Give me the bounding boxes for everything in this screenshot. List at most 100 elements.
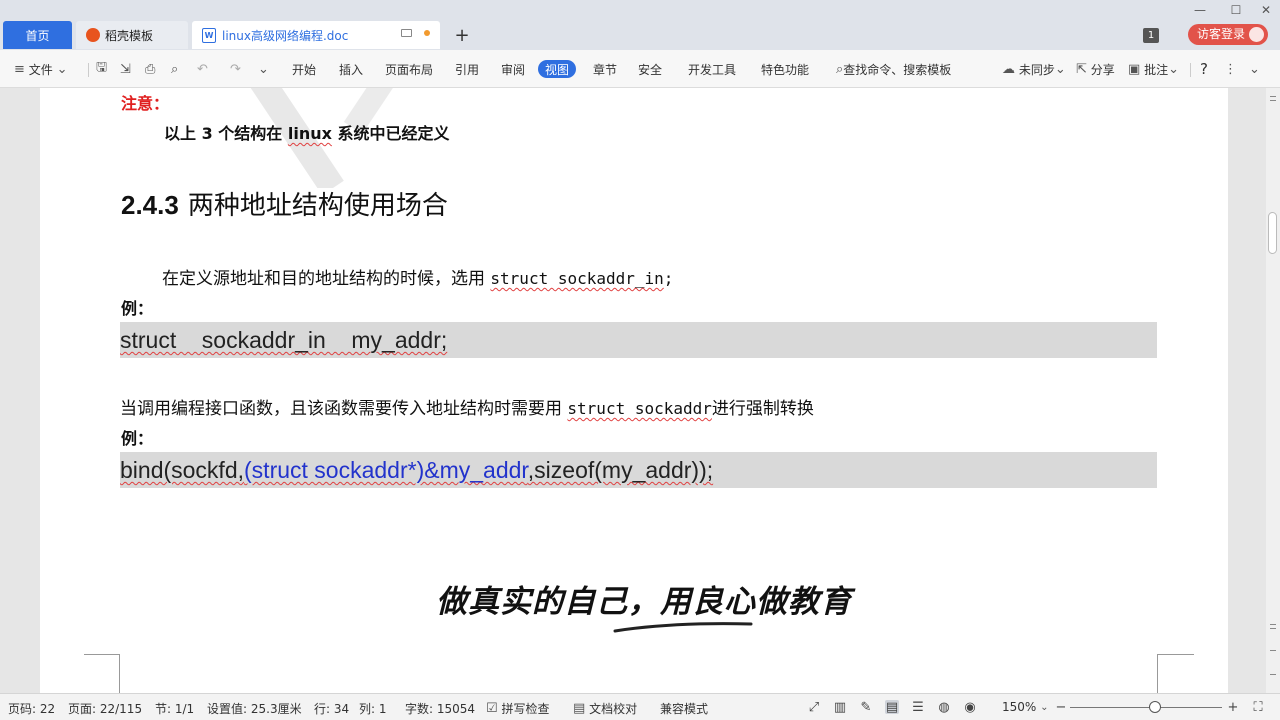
doc-proof-button[interactable]: ▤ 文档校对 [573,700,637,717]
ribbon-tab-insert[interactable]: 插入 [339,60,363,78]
tab-document[interactable]: W linux高级网络编程.doc [192,21,440,49]
cloud-icon: ☁ [1002,61,1015,77]
status-col[interactable]: 列: 1 [359,700,387,717]
ribbon-tab-features[interactable]: 特色功能 [761,60,809,78]
command-search[interactable]: ⌕ 查找命令、搜索模板 [836,60,951,78]
zoom-level[interactable]: 150% ⌄ [1002,700,1049,714]
paragraph-struct-in-end: ; [663,269,674,288]
comment-label: 批注 [1144,62,1169,77]
sync-button[interactable]: ☁ 未同步 ⌄ [1002,60,1066,78]
window-count-badge[interactable]: 1 [1143,28,1159,43]
tab-bar: 首页 稻壳模板 W linux高级网络编程.doc + — ☐ ✕ 1 访客登录 [0,0,1280,50]
ribbon-tab-review[interactable]: 审阅 [501,60,525,78]
unsaved-dot-icon [424,30,430,36]
paragraph-struct-in-code: struct sockaddr_in [490,269,664,288]
spell-check-icon: ☑ [486,701,498,716]
scroll-tick [1270,650,1276,651]
example-label-2: 例： [121,429,154,448]
scroll-tick [1270,100,1276,101]
maximize-icon[interactable]: ☐ [1222,2,1250,18]
divider [1190,63,1191,77]
zoom-out-icon[interactable]: − [1054,700,1068,715]
scroll-tick [1270,674,1276,675]
scroll-tick [1270,96,1276,97]
edit-mode-icon[interactable]: ✎ [859,700,873,715]
status-compat-mode: 兼容模式 [660,702,709,716]
redo-icon[interactable]: ↷ [230,60,241,78]
doc-proof-label: 文档校对 [589,702,638,716]
fit-page-icon[interactable]: ⛶ [1251,700,1265,715]
scrollbar-thumb[interactable] [1268,212,1277,254]
export-icon[interactable]: ⇲ [120,60,131,78]
ribbon-tab-chapter[interactable]: 章节 [593,60,617,78]
note-text: 以上 3 个结构在 linux 系统中已经定义 [164,124,450,143]
tab-templates-label: 稻壳模板 [105,28,154,43]
guest-login-button[interactable]: 访客登录 [1188,24,1268,45]
word-doc-icon: W [202,27,216,43]
command-search-label: 查找命令、搜索模板 [843,62,952,77]
status-bar: 页码: 22 页面: 22/115 节: 1/1 设置值: 25.3厘米 行: … [0,693,1280,720]
collapse-ribbon-icon[interactable]: ⌄ [1249,60,1260,78]
code-block-bind: bind(sockfd,(struct sockaddr*)&my_addr,s… [120,452,1157,488]
status-setting[interactable]: 设置值: 25.3厘米 [207,700,302,717]
eye-protect-icon[interactable]: ◉ [963,700,977,715]
page-view-icon[interactable]: ▤ [885,700,899,715]
ribbon-tab-security[interactable]: 安全 [638,60,662,78]
paragraph-cast-text: 当调用编程接口函数，且该函数需要传入地址结构时需要用 [120,399,568,419]
zoom-slider-knob[interactable] [1149,701,1161,713]
share-button[interactable]: ⇱ 分享 [1076,60,1115,78]
guest-login-label: 访客登录 [1197,27,1246,41]
vertical-scrollbar[interactable] [1266,88,1280,693]
ribbon-tab-start[interactable]: 开始 [292,60,316,78]
ribbon-tab-view[interactable]: 视图 [538,60,577,78]
status-word-count[interactable]: 字数: 15054 [405,700,475,717]
tab-home[interactable]: 首页 [3,21,72,49]
document-page[interactable]: 注意： 以上 3 个结构在 linux 系统中已经定义 2.4.3 两种地址结构… [40,88,1228,693]
status-section[interactable]: 节: 1/1 [155,700,194,717]
docer-logo-icon [86,28,100,42]
minimize-icon[interactable]: — [1186,2,1214,18]
document-area[interactable]: 注意： 以上 3 个结构在 linux 系统中已经定义 2.4.3 两种地址结构… [0,88,1280,693]
print-preview-icon[interactable]: ⌕ [171,60,178,78]
section-title: 两种地址结构使用场合 [187,191,448,221]
status-page[interactable]: 页面: 22/115 [68,700,142,717]
proof-icon: ▤ [573,701,586,716]
scroll-tick [1270,628,1276,629]
code-bind-call: bind(sockfd, [120,457,245,483]
code-block-declaration: struct sockaddr_in my_addr; [120,322,1157,358]
print-icon[interactable]: ⎙ [145,60,155,78]
undo-icon[interactable]: ↶ [197,60,208,78]
search-icon: ⌕ [836,61,844,77]
save-icon[interactable]: 🖫 [96,60,107,78]
code-declaration-text: struct sockaddr_in my_addr; [120,327,448,353]
ribbon-tab-page-layout[interactable]: 页面布局 [385,60,433,78]
tab-document-label: linux高级网络编程.doc [222,28,349,43]
comment-button[interactable]: ▣ 批注 ⌄ [1128,60,1179,78]
more-options-icon[interactable]: ⋮ [1224,60,1237,78]
help-button[interactable]: ? [1200,60,1208,78]
outline-view-icon[interactable]: ☰ [911,700,925,715]
paragraph-struct-in-text: 在定义源地址和目的地址结构的时候，选用 [162,269,491,289]
close-icon[interactable]: ✕ [1252,2,1280,18]
web-view-icon[interactable]: ◍ [937,700,951,715]
status-page-code[interactable]: 页码: 22 [8,700,55,717]
paragraph-cast-code: struct sockaddr [567,399,712,418]
ribbon-tab-references[interactable]: 引用 [455,60,479,78]
new-tab-button[interactable]: + [450,21,474,49]
file-menu[interactable]: ≡ 文件 ⌄ [14,60,67,78]
read-mode-icon[interactable]: ▥ [833,700,847,715]
zoom-in-icon[interactable]: + [1226,700,1240,715]
paragraph-cast: 当调用编程接口函数，且该函数需要传入地址结构时需要用 struct sockad… [120,394,814,419]
status-row[interactable]: 行: 34 [314,700,349,717]
ribbon-tab-developer[interactable]: 开发工具 [688,60,736,78]
code-bind-sizeof: ,sizeof(my_addr)); [527,457,714,483]
fullscreen-icon[interactable]: ⤢ [807,700,821,715]
screen-icon[interactable] [401,29,412,37]
scroll-tick [1270,624,1276,625]
section-number: 2.4.3 [121,190,179,220]
spell-check-button[interactable]: ☑ 拼写检查 [486,700,550,717]
tab-templates[interactable]: 稻壳模板 [76,21,188,49]
zoom-slider-track[interactable] [1070,707,1222,708]
quick-access-more-icon[interactable]: ⌄ [258,60,269,78]
tab-home-label: 首页 [25,28,50,43]
